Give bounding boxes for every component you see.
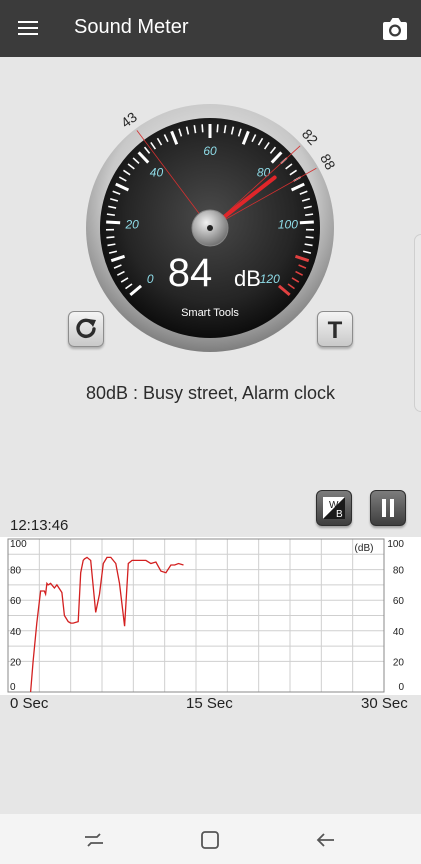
gauge-scale-label: 120	[260, 272, 280, 286]
y-tick-right: 100	[387, 539, 404, 550]
db-history-chart: 100 80 60 40 20 0 100 80 60 40 20 0 (dB)	[0, 537, 421, 695]
graph-timestamp: 12:13:46	[10, 517, 69, 534]
y-tick-right: 60	[393, 596, 405, 607]
recent-apps-icon[interactable]	[80, 827, 108, 853]
gauge-tick	[305, 213, 314, 216]
max-marker-label: 88	[317, 151, 339, 173]
sound-level-gauge: 0 20 40 60 80 100 120 43 82 88 84 dB Smart Tools	[86, 104, 339, 352]
x-label-end: 30 Sec	[361, 695, 408, 712]
y-tick-left: 0	[10, 682, 16, 693]
min-marker-label: 43	[118, 109, 140, 131]
wb-bottom-letter: B	[336, 509, 343, 520]
t-button-label: T	[328, 317, 343, 344]
y-tick-left: 100	[10, 539, 27, 550]
current-db-unit: dB	[234, 266, 261, 291]
y-tick-right: 20	[393, 657, 405, 668]
camera-icon[interactable]	[379, 14, 411, 44]
white-black-icon: W B	[323, 497, 345, 520]
gauge-tick	[106, 236, 115, 239]
gauge-tick	[299, 220, 314, 225]
refresh-icon	[76, 318, 96, 339]
gauge-tick	[106, 213, 115, 216]
side-panel-handle[interactable]	[414, 234, 421, 412]
y-tick-left: 60	[10, 596, 22, 607]
hamburger-menu-icon[interactable]	[14, 14, 42, 42]
gauge-scale-label: 20	[124, 217, 139, 231]
reset-button[interactable]	[68, 311, 104, 347]
x-label-start: 0 Sec	[10, 695, 49, 712]
gauge-tick	[305, 236, 314, 239]
y-tick-right: 80	[393, 566, 405, 577]
t-button[interactable]: T	[317, 311, 353, 347]
gauge-tick	[216, 124, 219, 133]
home-icon[interactable]	[196, 827, 224, 853]
gauge-scale-label: 60	[203, 144, 217, 158]
y-tick-left: 40	[10, 627, 22, 638]
wb-toggle-button[interactable]: W B	[316, 490, 352, 526]
graph-unit-label: (dB)	[355, 543, 374, 554]
gauge-tick	[106, 220, 121, 225]
x-label-mid: 15 Sec	[186, 695, 233, 712]
gauge-scale-label: 0	[147, 272, 154, 286]
system-nav-bar	[0, 814, 421, 864]
y-tick-right: 0	[398, 682, 404, 693]
pause-icon	[382, 499, 394, 517]
gauge-scale-label: 40	[150, 165, 164, 179]
noise-description: 80dB : Busy street, Alarm clock	[85, 383, 336, 403]
y-tick-right: 40	[393, 627, 405, 638]
y-tick-left: 20	[10, 657, 22, 668]
pause-button[interactable]	[370, 490, 406, 526]
gauge-scale-label: 100	[278, 217, 298, 231]
current-db-value: 84	[168, 251, 213, 295]
avg-marker-label: 82	[299, 126, 321, 148]
app-title: Sound Meter	[74, 16, 189, 38]
app-bar: Sound Meter	[0, 0, 421, 57]
y-tick-left: 80	[10, 566, 22, 577]
gauge-tick	[201, 124, 204, 133]
gauge-brand: Smart Tools	[181, 307, 239, 319]
back-icon[interactable]	[312, 827, 340, 853]
gauge-scale-label: 80	[257, 165, 271, 179]
